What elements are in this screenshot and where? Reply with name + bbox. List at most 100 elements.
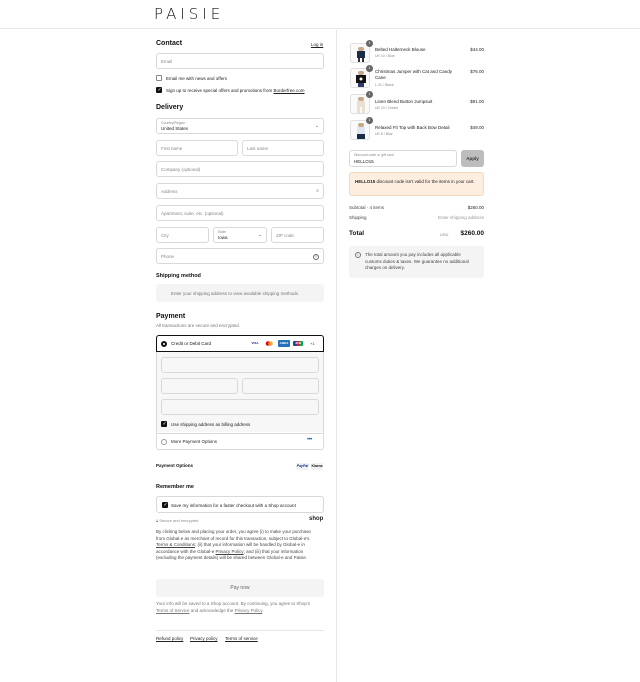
card-number-field[interactable] xyxy=(161,357,319,373)
apply-discount-button[interactable]: Apply xyxy=(461,150,484,167)
card-option-radio[interactable] xyxy=(161,341,167,347)
login-link[interactable]: Log in xyxy=(311,42,323,47)
company-field[interactable]: Company (optional) xyxy=(156,161,324,177)
sms-offers-label: Sign up to receive special offers and pr… xyxy=(166,88,305,93)
shipping-label: Shipping xyxy=(349,215,367,220)
chevron-down-icon: ⌄ xyxy=(314,123,319,129)
item-variant: UK 10 / Cream xyxy=(375,106,399,110)
news-checkbox-label: Email me with news and offers xyxy=(166,76,227,81)
shop-privacy-link[interactable]: Privacy Policy xyxy=(235,608,263,613)
brand-logo[interactable]: PAISIE xyxy=(154,5,224,23)
phone-placeholder: Phone xyxy=(161,254,175,259)
country-label: Country/Region xyxy=(161,121,186,125)
shipping-method-heading: Shipping method xyxy=(156,273,201,279)
quantity-badge: 1 xyxy=(366,40,373,47)
discount-code-input[interactable]: Discount code or gift card HELLO15 xyxy=(349,150,457,167)
city-placeholder: City xyxy=(161,233,169,238)
borderfree-link[interactable]: Borderfree.com xyxy=(273,88,304,93)
subtotal-value: $260.00 xyxy=(467,205,484,210)
state-select[interactable]: State Iowa ⌄ xyxy=(213,227,267,243)
more-cards-count: +1 xyxy=(310,341,315,346)
zip-field[interactable]: ZIP code xyxy=(271,227,324,243)
product-image-icon xyxy=(356,71,366,87)
shipping-method-placeholder: Enter your shipping address to view avai… xyxy=(156,284,324,302)
security-code-field[interactable] xyxy=(242,378,319,394)
secure-note: 🔒︎ Secure and encrypted xyxy=(156,518,199,523)
remember-me-checkbox[interactable] xyxy=(162,502,168,508)
pay-now-button[interactable]: Pay now xyxy=(156,579,324,597)
privacy-policy-footer-link[interactable]: Privacy policy xyxy=(190,636,218,641)
phone-field[interactable]: Phone ? xyxy=(156,248,324,264)
address-placeholder: Address xyxy=(161,189,178,194)
duties-info-box: i The total amount you pay includes all … xyxy=(349,246,484,278)
last-name-field[interactable]: Last name xyxy=(242,140,324,156)
shop-terms-link[interactable]: Terms of Service xyxy=(156,608,190,613)
country-select[interactable]: Country/Region United States ⌄ xyxy=(156,118,324,134)
first-name-placeholder: First name xyxy=(161,146,183,151)
billing-same-checkbox[interactable] xyxy=(161,421,167,427)
shipping-method-note: Enter your shipping address to view avai… xyxy=(171,290,300,296)
item-variant: UK 8 / Blue xyxy=(375,132,393,136)
discount-code-value: HELLO15 xyxy=(354,159,374,164)
more-payment-options-radio[interactable] xyxy=(161,439,167,445)
contact-heading: Contact xyxy=(156,40,183,47)
apartment-placeholder: Apartment, suite, etc. (optional) xyxy=(161,211,224,216)
news-checkbox[interactable] xyxy=(156,75,162,81)
duties-note: The total amount you pay includes all ap… xyxy=(365,252,469,270)
delivery-heading: Delivery xyxy=(156,104,184,111)
product-image-icon xyxy=(357,123,365,139)
visa-icon: VISA xyxy=(251,341,259,345)
total-value: $260.00 xyxy=(460,230,485,237)
item-name: Belted Halterneck Blouse xyxy=(375,47,426,52)
klarna-icon[interactable]: Klarna xyxy=(311,463,323,470)
last-name-placeholder: Last name xyxy=(247,146,269,151)
card-option[interactable]: Credit or Debit Card VISA AMEX JCB +1 xyxy=(156,335,324,352)
amex-icon: AMEX xyxy=(278,340,290,347)
item-price: $49.00 xyxy=(470,125,484,130)
terms-of-service-link[interactable]: Terms of service xyxy=(225,636,258,641)
first-name-field[interactable]: First name xyxy=(156,140,238,156)
quantity-badge: 1 xyxy=(366,65,373,72)
terms-conditions-link[interactable]: Terms & Conditions xyxy=(156,542,195,547)
remember-me-label: Save my information for a faster checkou… xyxy=(171,503,296,508)
discount-code-label: Discount code or gift card xyxy=(354,153,394,157)
product-image-icon xyxy=(357,97,365,113)
product-image-icon xyxy=(357,47,365,62)
footer-divider xyxy=(156,630,324,631)
discount-error-text: HELLO15 discount code isn't valid for th… xyxy=(355,179,475,184)
payment-heading: Payment xyxy=(156,313,186,320)
currency-code: USD xyxy=(440,232,449,237)
apartment-field[interactable]: Apartment, suite, etc. (optional) xyxy=(156,205,324,221)
legal-text: By clicking below and placing your order… xyxy=(156,529,311,560)
sms-offers-checkbox[interactable] xyxy=(156,87,162,93)
total-label: Total xyxy=(349,230,365,237)
more-dots-icon: ••• xyxy=(307,437,312,443)
search-icon: ⌕ xyxy=(316,188,319,194)
refund-policy-link[interactable]: Refund policy xyxy=(156,636,183,641)
chevron-down-icon: ⌄ xyxy=(257,232,262,238)
name-on-card-field[interactable] xyxy=(161,399,319,415)
more-payment-options[interactable]: More Payment Options ••• xyxy=(157,433,323,449)
shop-account-note: Your info will be saved to a Shop accoun… xyxy=(156,601,311,613)
billing-same-label: Use shipping address as billing address xyxy=(171,422,251,427)
payment-subtitle: All transactions are secure and encrypte… xyxy=(156,323,241,328)
site-header: PAISIE xyxy=(0,0,640,29)
email-field[interactable]: Email xyxy=(156,53,324,69)
info-icon: i xyxy=(355,252,361,258)
item-price: $44.00 xyxy=(470,47,484,52)
item-price: $76.00 xyxy=(470,69,484,74)
help-icon[interactable]: ? xyxy=(313,254,319,260)
privacy-policy-link[interactable]: Privacy Policy xyxy=(216,549,244,554)
discount-error-banner: HELLO15 discount code isn't valid for th… xyxy=(349,172,484,196)
item-name: Linen Blend Button Jumpsuit xyxy=(375,99,433,104)
city-field[interactable]: City xyxy=(156,227,209,243)
address-field[interactable]: Address ⌕ xyxy=(156,183,324,199)
email-placeholder: Email xyxy=(161,59,173,64)
shop-logo: shop xyxy=(309,516,324,522)
expiration-field[interactable] xyxy=(161,378,238,394)
payment-options-label: Payment Options xyxy=(156,463,194,468)
shipping-value: Enter shipping address xyxy=(437,215,484,220)
remember-me-box: Save my information for a faster checkou… xyxy=(156,496,324,513)
item-name: Christmas Jumper with Cat and Candy Cane xyxy=(375,69,453,80)
paypal-icon[interactable]: PayPal xyxy=(296,463,309,470)
